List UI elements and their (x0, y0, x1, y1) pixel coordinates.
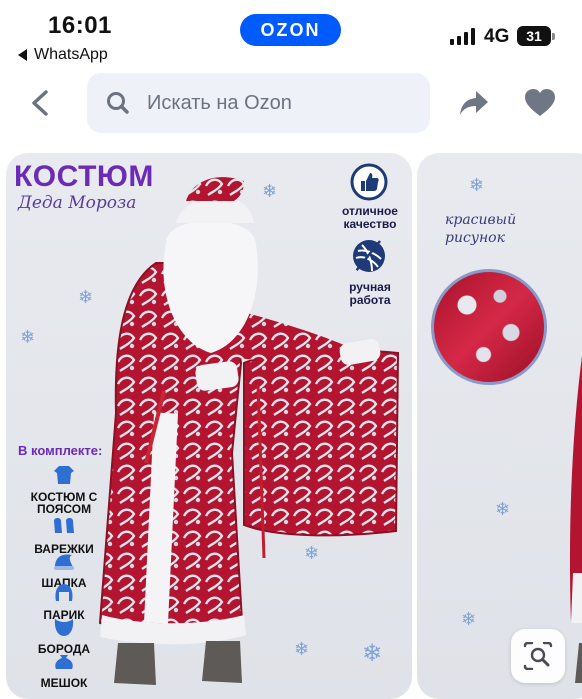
product-image[interactable]: КОСТЮМ Деда Мороза отличное качество руч… (6, 153, 412, 699)
snowflake-icon: ❄ (20, 327, 36, 347)
snowflake-icon: ❄ (495, 499, 511, 519)
search-bar[interactable] (87, 73, 430, 133)
beard-icon (54, 619, 74, 636)
kit-item: КОСТЮМ С ПОЯСОМ (24, 465, 104, 515)
back-to-app-link[interactable]: WhatsApp (18, 46, 108, 64)
snowflake-icon: ❄ (304, 543, 320, 563)
signal-icon (450, 27, 475, 45)
snowflake-icon: ❄ (461, 609, 477, 629)
image-subtitle: Деда Мороза (18, 193, 137, 213)
mittens-icon (54, 518, 74, 533)
image-search-button[interactable] (511, 629, 565, 683)
product-image-next[interactable]: красивый рисунок ❄ ❄ ❄ (417, 153, 582, 699)
battery-level: 31 (526, 28, 542, 44)
fabric-closeup-image (431, 269, 547, 385)
snowflake-icon: ❄ (362, 640, 383, 667)
snowflake-icon: ❄ (262, 181, 278, 201)
image-search-icon (523, 642, 553, 670)
kit-item: ВАРЕЖКИ (24, 517, 104, 555)
battery-icon: 31 (517, 26, 555, 46)
image-caption: красивый рисунок (445, 212, 517, 246)
thumbs-up-icon (350, 163, 388, 201)
ozon-logo: OZON (240, 14, 341, 46)
kit-item: МЕШОК (24, 651, 104, 689)
back-arrow-icon[interactable] (26, 88, 54, 118)
kit-heading: В комплекте: (18, 443, 103, 458)
coat-icon (54, 466, 74, 484)
snowflake-icon: ❄ (469, 175, 485, 195)
feature-label: ручная работа (349, 280, 391, 307)
costume-edge-illustration (569, 356, 582, 683)
search-input[interactable] (145, 90, 409, 116)
wig-icon (55, 584, 73, 601)
clock: 16:01 (48, 12, 112, 39)
network-type: 4G (484, 26, 510, 47)
image-title: КОСТЮМ (14, 160, 154, 193)
search-icon (107, 92, 129, 114)
hat-icon (54, 554, 74, 570)
back-triangle-icon (18, 49, 27, 61)
snowflake-icon: ❄ (294, 639, 310, 659)
snowflake-icon: ❄ (78, 287, 94, 307)
back-app-label: WhatsApp (34, 46, 108, 63)
sack-icon (55, 655, 73, 669)
kit-item: ПАРИК (24, 583, 104, 621)
yarn-icon (353, 240, 385, 272)
status-bar: 16:01 WhatsApp OZON 4G 31 (0, 0, 582, 70)
feature-label: отличное качество (342, 204, 398, 231)
share-icon[interactable] (458, 88, 490, 118)
heart-icon[interactable] (524, 88, 556, 118)
kit-item: БОРОДА (24, 617, 104, 655)
